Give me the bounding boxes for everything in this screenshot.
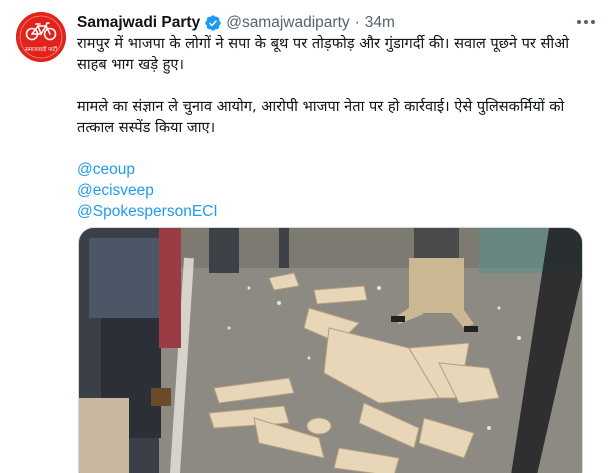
more-dot [584,20,588,24]
mention-link[interactable]: @SpokespersonECI [77,201,589,222]
tweet-header: Samajwadi Party @samajwadiparty · 34m [77,12,395,34]
bicycle-logo-icon: समाजवादी पार्टी [16,12,66,62]
tweet-paragraph: मामले का संज्ञान ले चुनाव आयोग, आरोपी भा… [77,98,565,136]
more-dot [591,20,595,24]
separator-dot: · [354,14,360,31]
mention-link[interactable]: @ecisveep [77,180,589,201]
tweet-media-image[interactable] [78,227,583,473]
tweet-paragraph: रामपुर में भाजपा के लोगों ने सपा के बूथ … [77,35,570,73]
mentions: @ceoup @ecisveep @SpokespersonECI [77,159,589,222]
timestamp[interactable]: 34m [365,14,395,32]
logo-text: समाजवादी पार्टी [25,46,57,53]
mention-link[interactable]: @ceoup [77,159,589,180]
more-dot [577,20,581,24]
more-options-icon[interactable] [575,12,597,32]
display-name[interactable]: Samajwadi Party [77,14,200,32]
verified-badge-icon [205,15,221,31]
tweet: समाजवादी पार्टी Samajwadi Party @samajwa… [0,0,609,473]
avatar[interactable]: समाजवादी पार्टी [16,12,66,62]
tweet-text: रामपुर में भाजपा के लोगों ने सपा के बूथ … [77,33,589,222]
handle[interactable]: @samajwadiparty [226,14,349,32]
scene-photo [79,228,582,473]
